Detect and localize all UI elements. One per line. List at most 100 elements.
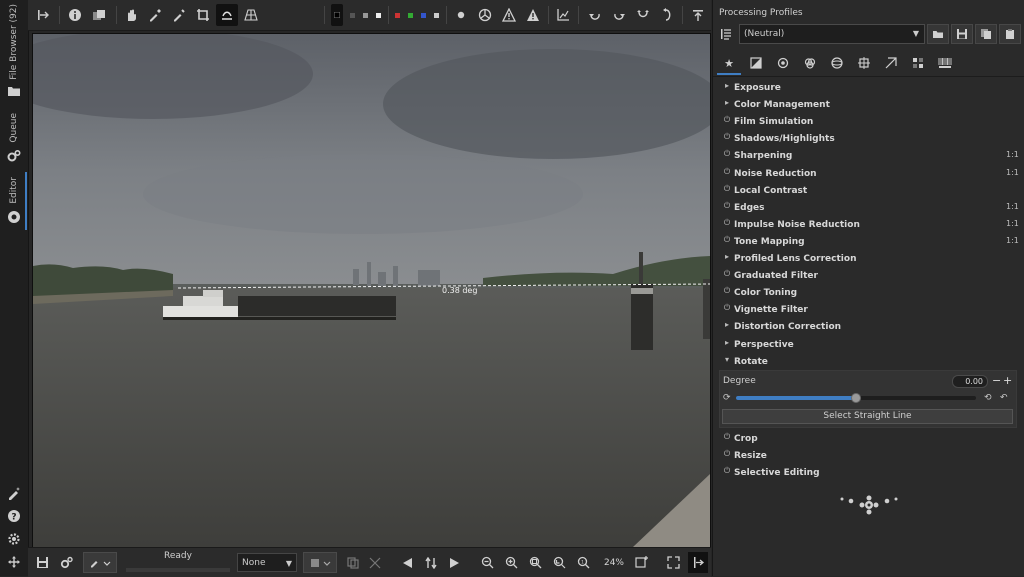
- channel-luminance-icon[interactable]: [430, 4, 442, 26]
- channel-green-icon[interactable]: [404, 4, 416, 26]
- power-toggle-icon[interactable]: ⏻: [722, 132, 732, 142]
- settings-icon[interactable]: [7, 532, 21, 546]
- power-toggle-icon[interactable]: ⏻: [722, 115, 732, 125]
- tool-item[interactable]: ⏻ Edges 1:1: [713, 200, 1024, 217]
- expander-arrow-icon[interactable]: ▾: [722, 355, 732, 364]
- favorites-tab-icon[interactable]: ★: [717, 53, 741, 75]
- tool-item[interactable]: ⏻ Local Contrast: [713, 183, 1024, 200]
- straighten-icon[interactable]: [216, 4, 238, 26]
- color-picker-icon[interactable]: [168, 4, 190, 26]
- tool-item[interactable]: ⏻ Sharpening 1:1: [713, 148, 1024, 165]
- save-icon[interactable]: [32, 552, 52, 573]
- tool-item[interactable]: ⏻ Color Toning: [713, 285, 1024, 302]
- transform-tab-icon[interactable]: [852, 53, 876, 73]
- increment-icon[interactable]: +: [1003, 375, 1012, 387]
- highlight-clipping-warning-icon[interactable]: [522, 4, 544, 26]
- channel-red-icon[interactable]: [391, 4, 403, 26]
- reset-degree-icon[interactable]: ⟳: [723, 393, 731, 403]
- tool-item[interactable]: ⏻ Graduated Filter: [713, 268, 1024, 285]
- tab-file-browser[interactable]: File Browser (92): [4, 4, 24, 80]
- expander-arrow-icon[interactable]: ▸: [722, 320, 732, 329]
- power-toggle-icon[interactable]: ⏻: [722, 184, 732, 194]
- zoom-100-icon[interactable]: 1: [574, 552, 592, 573]
- decrement-icon[interactable]: −: [992, 375, 1001, 387]
- rotate-left-icon[interactable]: [584, 4, 606, 26]
- tool-item[interactable]: ⏻ Impulse Noise Reduction 1:1: [713, 217, 1024, 234]
- folder-icon[interactable]: [7, 84, 21, 98]
- load-profile-icon[interactable]: [927, 24, 949, 44]
- channel-blue-icon[interactable]: [417, 4, 429, 26]
- background-color-dark-icon[interactable]: [346, 4, 358, 26]
- save-profile-icon[interactable]: [951, 24, 973, 44]
- image-preview[interactable]: 0.38 deg: [32, 33, 711, 548]
- power-toggle-icon[interactable]: ⏻: [722, 449, 732, 459]
- metadata-tab-icon[interactable]: [933, 53, 957, 73]
- info-icon[interactable]: [64, 4, 86, 26]
- hand-tool-icon[interactable]: [120, 4, 142, 26]
- power-toggle-icon[interactable]: ⏻: [722, 432, 732, 442]
- power-toggle-icon[interactable]: ⏻: [722, 235, 732, 245]
- flip-vertical-icon[interactable]: [656, 4, 678, 26]
- fullscreen-icon[interactable]: [664, 552, 682, 573]
- hide-top-panel-icon[interactable]: [687, 4, 709, 26]
- copy-profile-icon[interactable]: [975, 24, 997, 44]
- detail-tab-icon[interactable]: [771, 53, 795, 73]
- power-toggle-icon[interactable]: ⏻: [722, 149, 732, 159]
- raw-tab-icon[interactable]: [879, 53, 903, 73]
- zoom-out-icon[interactable]: [478, 552, 496, 573]
- shadow-clipping-warning-icon[interactable]: [498, 4, 520, 26]
- expander-arrow-icon[interactable]: ▸: [722, 338, 732, 347]
- false-color-icon[interactable]: [474, 4, 496, 26]
- tool-item[interactable]: ▸ Profiled Lens Correction: [713, 251, 1024, 268]
- degree-slider[interactable]: [736, 393, 976, 403]
- paste-profile-icon[interactable]: [366, 552, 384, 573]
- move-arrows-icon[interactable]: [7, 555, 21, 569]
- copy-profile-icon[interactable]: [344, 552, 362, 573]
- rotate-right-icon[interactable]: [608, 4, 630, 26]
- tool-item[interactable]: ⏻ Shadows/Highlights: [713, 131, 1024, 148]
- before-after-icon[interactable]: [88, 4, 110, 26]
- power-toggle-icon[interactable]: ⏻: [722, 269, 732, 279]
- tool-item[interactable]: ⏻ Vignette Filter: [713, 302, 1024, 319]
- zoom-fit-crop-icon[interactable]: [550, 552, 568, 573]
- power-toggle-icon[interactable]: ⏻: [722, 303, 732, 313]
- tool-item[interactable]: ⏻ Selective Editing: [713, 465, 1024, 482]
- tool-item[interactable]: ▾ Rotate: [713, 354, 1024, 371]
- edit-magic-icon[interactable]: [7, 486, 21, 500]
- exposure-tab-icon[interactable]: [744, 53, 768, 73]
- tool-item[interactable]: ▸ Perspective: [713, 337, 1024, 354]
- flip-horizontal-icon[interactable]: [632, 4, 654, 26]
- background-color-gray-icon[interactable]: [359, 4, 371, 26]
- paste-profile-icon[interactable]: [999, 24, 1021, 44]
- degree-slider-thumb[interactable]: [851, 393, 861, 403]
- external-editor-button[interactable]: [83, 552, 117, 573]
- help-icon[interactable]: ?: [7, 509, 21, 523]
- locallab-tab-icon[interactable]: [906, 53, 930, 73]
- tool-item[interactable]: ⏻ Noise Reduction 1:1: [713, 166, 1024, 183]
- degree-input[interactable]: 0.00: [952, 375, 988, 388]
- power-toggle-icon[interactable]: ⏻: [722, 201, 732, 211]
- tab-queue[interactable]: Queue: [4, 108, 24, 148]
- tool-item[interactable]: ▸ Distortion Correction: [713, 319, 1024, 336]
- expander-arrow-icon[interactable]: ▸: [722, 98, 732, 107]
- power-toggle-icon[interactable]: ⏻: [722, 218, 732, 228]
- hide-right-panel-icon[interactable]: [688, 552, 708, 573]
- profile-select[interactable]: (Neutral) ▼: [739, 24, 925, 44]
- select-straight-line-button[interactable]: Select Straight Line: [722, 409, 1013, 424]
- hide-left-panel-icon[interactable]: [32, 4, 54, 26]
- white-balance-picker-icon[interactable]: [144, 4, 166, 26]
- tool-item[interactable]: ⏻ Tone Mapping 1:1: [713, 234, 1024, 251]
- expander-arrow-icon[interactable]: ▸: [722, 252, 732, 261]
- background-color-black-icon[interactable]: [331, 4, 343, 26]
- aperture-icon[interactable]: [7, 210, 21, 224]
- power-toggle-icon[interactable]: ⏻: [722, 167, 732, 177]
- preview-mode-select[interactable]: None ▼: [237, 553, 297, 572]
- new-detail-window-icon[interactable]: [632, 552, 650, 573]
- tab-editor[interactable]: Editor: [4, 172, 24, 208]
- undo-arrow-icon[interactable]: ↶: [1000, 393, 1008, 403]
- tool-item[interactable]: ⏻ Film Simulation: [713, 114, 1024, 131]
- power-toggle-icon[interactable]: ⏻: [722, 466, 732, 476]
- tool-item[interactable]: ▸ Exposure: [713, 80, 1024, 97]
- profile-list-icon[interactable]: [715, 24, 737, 44]
- queue-add-icon[interactable]: [56, 552, 76, 573]
